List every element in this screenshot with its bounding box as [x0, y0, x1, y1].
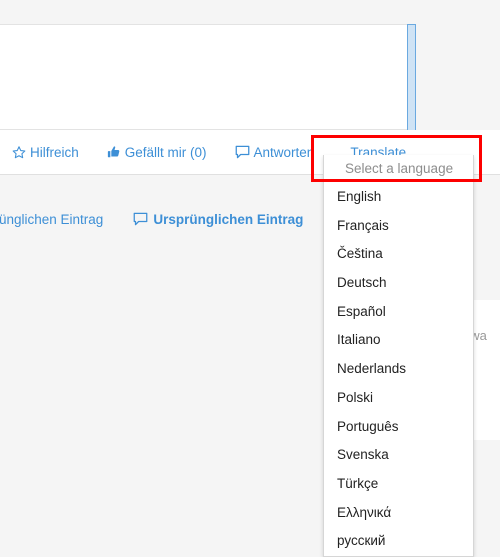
star-icon: [12, 145, 26, 159]
language-option-ellinika[interactable]: Ελληνικά: [324, 499, 473, 528]
original-entry-link-bold-label: Ursprünglichen Eintrag: [153, 211, 304, 227]
language-option-russkiy[interactable]: русский: [324, 527, 473, 556]
language-option-svenska[interactable]: Svenska: [324, 441, 473, 470]
language-option-deutsch[interactable]: Deutsch: [324, 269, 473, 298]
language-option-italiano[interactable]: Italiano: [324, 326, 473, 355]
reply-button[interactable]: Antworten: [235, 144, 315, 160]
language-option-english[interactable]: English: [324, 183, 473, 212]
like-button[interactable]: Gefällt mir (0): [107, 145, 207, 160]
original-entry-link-label: Ursprünglichen Eintrag: [0, 211, 104, 227]
original-entry-link[interactable]: Ursprünglichen Eintrag: [0, 212, 103, 227]
language-option-nederlands[interactable]: Nederlands: [324, 355, 473, 384]
post-body-card: [0, 24, 411, 130]
reply-label: Antworten: [253, 144, 315, 160]
helpful-button[interactable]: Hilfreich: [12, 145, 79, 160]
language-option-cestina[interactable]: Čeština: [324, 240, 473, 269]
thumbs-up-icon: [107, 145, 121, 159]
language-option-espanol[interactable]: Español: [324, 298, 473, 327]
original-entry-links: Ursprünglichen Eintrag Ursprünglichen Ei…: [0, 209, 303, 229]
language-option-turkce[interactable]: Türkçe: [324, 470, 473, 499]
language-option-francais[interactable]: Français: [324, 212, 473, 241]
language-option-portugues[interactable]: Português: [324, 413, 473, 442]
language-dropdown[interactable]: Select a language English Français Češti…: [323, 155, 474, 557]
helpful-label: Hilfreich: [30, 144, 79, 160]
language-option-polski[interactable]: Polski: [324, 384, 473, 413]
dropdown-placeholder: Select a language: [345, 161, 454, 176]
speech-bubble-icon: [235, 145, 250, 159]
like-label: Gefällt mir (0): [124, 144, 207, 160]
speech-bubble-icon: [133, 212, 148, 226]
original-entry-link-bold[interactable]: Ursprünglichen Eintrag: [133, 212, 303, 227]
page-root: Hilfreich Gefällt mir (0) Antworten Tran…: [0, 0, 500, 557]
